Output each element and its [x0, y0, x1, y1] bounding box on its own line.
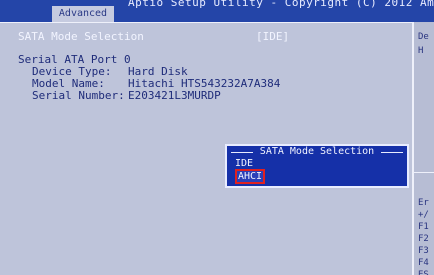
title-bar: Aptio Setup Utility - Copyright (C) 2012… — [0, 0, 434, 22]
sata-mode-popup: SATA Mode Selection IDE AHCI — [225, 144, 409, 188]
key-hint: F4 — [418, 258, 429, 268]
key-hint: ES — [418, 270, 429, 275]
setting-label[interactable]: SATA Mode Selection — [18, 30, 144, 43]
key-hint: +/ — [418, 210, 429, 220]
popup-title: SATA Mode Selection — [259, 146, 375, 157]
key-hint: F1 — [418, 222, 429, 232]
key-hint: F3 — [418, 246, 429, 256]
panel-divider — [0, 22, 412, 23]
help-fragment: H — [418, 46, 424, 56]
window-title: Aptio Setup Utility - Copyright (C) 2012… — [128, 0, 434, 9]
bios-screen: Aptio Setup Utility - Copyright (C) 2012… — [0, 0, 434, 275]
key-hint: Er — [418, 198, 429, 208]
key-hint: F2 — [418, 234, 429, 244]
tab-advanced[interactable]: Advanced — [52, 6, 114, 22]
setting-value[interactable]: [IDE] — [256, 30, 289, 43]
option-ahci[interactable]: AHCI — [235, 169, 266, 184]
help-divider — [414, 172, 434, 173]
help-fragment: De — [418, 32, 429, 42]
option-ide[interactable]: IDE — [235, 158, 253, 169]
help-panel: De H Er +/ F1 F2 F3 F4 ES — [412, 22, 434, 275]
serial-number-value: E203421L3MURDP — [128, 89, 221, 102]
serial-number-label: Serial Number: — [32, 89, 125, 102]
